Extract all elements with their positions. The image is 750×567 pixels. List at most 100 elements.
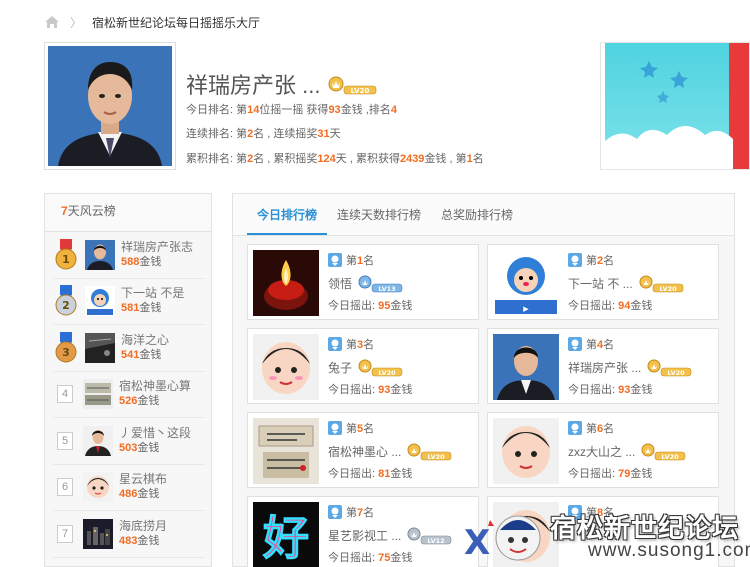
amount-unit: 金钱 bbox=[139, 255, 162, 268]
card-user: 祥瑞房产张 ... LV20 bbox=[568, 357, 693, 377]
rank-prefix: 第 bbox=[586, 423, 597, 435]
rank-info: 海洋之心 541金钱 bbox=[121, 333, 169, 363]
ranking-list-item[interactable]: 4 宿松神墨心算 526金钱 bbox=[53, 372, 205, 418]
user-avatar[interactable]: ▶ bbox=[493, 250, 559, 316]
ranking-list-item[interactable]: 6 星云棋布 486金钱 bbox=[53, 465, 205, 511]
user-avatar[interactable] bbox=[253, 250, 319, 316]
user-name[interactable]: 丿爱惜丶这段 bbox=[119, 426, 191, 441]
ranking-card[interactable]: ▶ 第2名 下一站 不 ... LV20 今日摇出: 94金钱 bbox=[487, 244, 719, 320]
ranking-card[interactable]: 第6名 zxz大山之 ... LV20 今日摇出: 79金钱 bbox=[487, 412, 719, 488]
svg-text:LV20: LV20 bbox=[351, 87, 370, 95]
stat-text: 名 , 连续摇奖 bbox=[253, 128, 318, 140]
user-avatar[interactable] bbox=[493, 334, 559, 400]
user-name[interactable]: 海底捞月 bbox=[119, 519, 167, 534]
ranking-list-item[interactable]: 1 祥瑞房产张志 588金钱 bbox=[53, 232, 205, 279]
stat-value: 4 bbox=[390, 104, 397, 116]
medal-2-icon: 2 bbox=[53, 284, 79, 318]
cumulative-rank-line: 累积排名: 第2名 , 累积摇奖124天 , 累积获得2439金钱 , 第1名 bbox=[186, 150, 484, 166]
rank-info: 星云棋布 486金钱 bbox=[119, 472, 167, 502]
ranking-card[interactable]: 第1名 领悟 LV13 今日摇出: 95金钱 bbox=[247, 244, 479, 320]
svg-text:好: 好 bbox=[262, 511, 309, 565]
rank-medal-icon bbox=[328, 421, 342, 435]
level-badge-icon: LV20 bbox=[407, 443, 452, 461]
medal-3-icon: 3 bbox=[53, 331, 79, 365]
weekly-ranking-panel: 7天风云榜 1 祥瑞房产张志 588金钱 2 下一站 不是 581金钱 3 海洋… bbox=[44, 193, 212, 567]
rank-prefix: 第 bbox=[346, 339, 357, 351]
user-name[interactable]: 下一站 不是 bbox=[121, 286, 184, 301]
rank-medal-icon bbox=[568, 337, 582, 351]
profile-name-text[interactable]: 祥瑞房产张 ... bbox=[186, 68, 320, 100]
profile-photo-image bbox=[48, 46, 172, 166]
card-user: 宿松神墨心 ... LV20 bbox=[328, 441, 453, 461]
ranking-list-item[interactable]: 2 下一站 不是 581金钱 bbox=[53, 279, 205, 325]
ranking-card[interactable]: 第4名 祥瑞房产张 ... LV20 今日摇出: 93金钱 bbox=[487, 328, 719, 404]
user-name[interactable]: 宿松神墨心 ... bbox=[328, 443, 401, 460]
user-name[interactable]: 祥瑞房产张 ... bbox=[568, 359, 641, 376]
ranking-list-item[interactable]: 5 丿爱惜丶这段 503金钱 bbox=[53, 418, 205, 465]
ranking-card[interactable]: 好 第7名 星艺影视工 ... LV12 今日摇出: 75金钱 bbox=[247, 496, 479, 567]
rank-info: 丿爱惜丶这段 503金钱 bbox=[119, 426, 191, 456]
amount-unit: 金钱 bbox=[137, 395, 160, 408]
stat-text: 天 bbox=[329, 128, 341, 140]
user-name[interactable]: 祥瑞房产张志 bbox=[121, 240, 193, 255]
amount-unit: 金钱 bbox=[390, 384, 413, 396]
user-name[interactable]: 下一站 不 ... bbox=[568, 275, 633, 292]
ranking-list-item[interactable]: 3 海洋之心 541金钱 bbox=[53, 325, 205, 372]
breadcrumb-title[interactable]: 宿松新世纪论坛每日摇摇乐大厅 bbox=[92, 14, 260, 31]
rank-info: 祥瑞房产张志 588金钱 bbox=[121, 240, 193, 270]
user-name[interactable]: 领悟 bbox=[328, 275, 352, 292]
amount-unit: 金钱 bbox=[137, 441, 160, 454]
level-badge-icon: LV20 bbox=[647, 359, 692, 377]
stat-text: 金钱 , 第 bbox=[424, 153, 467, 165]
user-avatar[interactable] bbox=[85, 239, 115, 270]
user-name[interactable]: zxz大山之 ... bbox=[568, 443, 635, 460]
user-avatar[interactable] bbox=[83, 425, 113, 456]
svg-text:LV20: LV20 bbox=[428, 453, 446, 461]
ranking-tabs: 今日排行榜 连续天数排行榜 总奖励排行榜 bbox=[233, 194, 734, 236]
user-avatar[interactable] bbox=[83, 379, 113, 410]
site-watermark: X 宿松新世纪论坛 www.susong1.com bbox=[460, 502, 750, 567]
medal-rank-number: 1 bbox=[62, 253, 70, 266]
tab-today-ranking[interactable]: 今日排行榜 bbox=[247, 194, 328, 235]
rank-suffix: 名 bbox=[603, 255, 615, 267]
shake-banner[interactable] bbox=[600, 42, 750, 170]
user-name[interactable]: 星艺影视工 ... bbox=[328, 527, 401, 544]
user-avatar[interactable] bbox=[85, 332, 115, 363]
svg-text:LV20: LV20 bbox=[662, 453, 680, 461]
ranking-card[interactable]: 第5名 宿松神墨心 ... LV20 今日摇出: 81金钱 bbox=[247, 412, 479, 488]
card-rank: 第7名 bbox=[328, 504, 374, 520]
today-rank-line: 今日排名: 第14位摇一摇 获得93金钱 ,排名4 bbox=[186, 101, 397, 117]
ranking-card[interactable]: 第3名 兔子 LV20 今日摇出: 93金钱 bbox=[247, 328, 479, 404]
amount-label: 今日摇出: bbox=[328, 468, 376, 480]
card-rank: 第6名 bbox=[568, 420, 614, 436]
user-name[interactable]: 宿松神墨心算 bbox=[119, 379, 191, 394]
rank-suffix: 名 bbox=[603, 339, 615, 351]
tab-continuous-days-ranking[interactable]: 连续天数排行榜 bbox=[327, 194, 431, 235]
user-avatar[interactable] bbox=[253, 334, 319, 400]
user-avatar[interactable] bbox=[83, 472, 113, 503]
svg-text:LV13: LV13 bbox=[378, 285, 395, 293]
chevron-right-icon: 〉 bbox=[70, 15, 83, 30]
home-icon[interactable] bbox=[44, 15, 60, 29]
stat-text: 金钱 ,排名 bbox=[340, 104, 391, 116]
user-name[interactable]: 星云棋布 bbox=[119, 472, 167, 487]
tab-total-reward-ranking[interactable]: 总奖励排行榜 bbox=[431, 194, 523, 235]
rank-suffix: 名 bbox=[363, 255, 375, 267]
card-amount: 今日摇出: 81金钱 bbox=[328, 465, 412, 481]
amount-value: 93 bbox=[378, 384, 391, 396]
rank-amount: 503金钱 bbox=[119, 441, 191, 456]
amount-label: 今日摇出: bbox=[328, 300, 376, 312]
user-name[interactable]: 兔子 bbox=[328, 359, 352, 376]
rank-prefix: 第 bbox=[586, 339, 597, 351]
user-avatar[interactable]: 好 bbox=[253, 502, 319, 567]
user-avatar[interactable] bbox=[253, 418, 319, 484]
user-avatar[interactable] bbox=[493, 418, 559, 484]
profile-avatar[interactable] bbox=[44, 42, 176, 170]
user-name[interactable]: 海洋之心 bbox=[121, 333, 169, 348]
level-badge: LV20 bbox=[328, 73, 378, 95]
ranking-list-item[interactable]: 7 海底捞月 483金钱 bbox=[53, 511, 205, 558]
rank-prefix: 第 bbox=[586, 255, 597, 267]
user-avatar[interactable] bbox=[85, 286, 115, 317]
user-avatar[interactable] bbox=[83, 518, 113, 549]
title-number: 7 bbox=[61, 204, 68, 218]
